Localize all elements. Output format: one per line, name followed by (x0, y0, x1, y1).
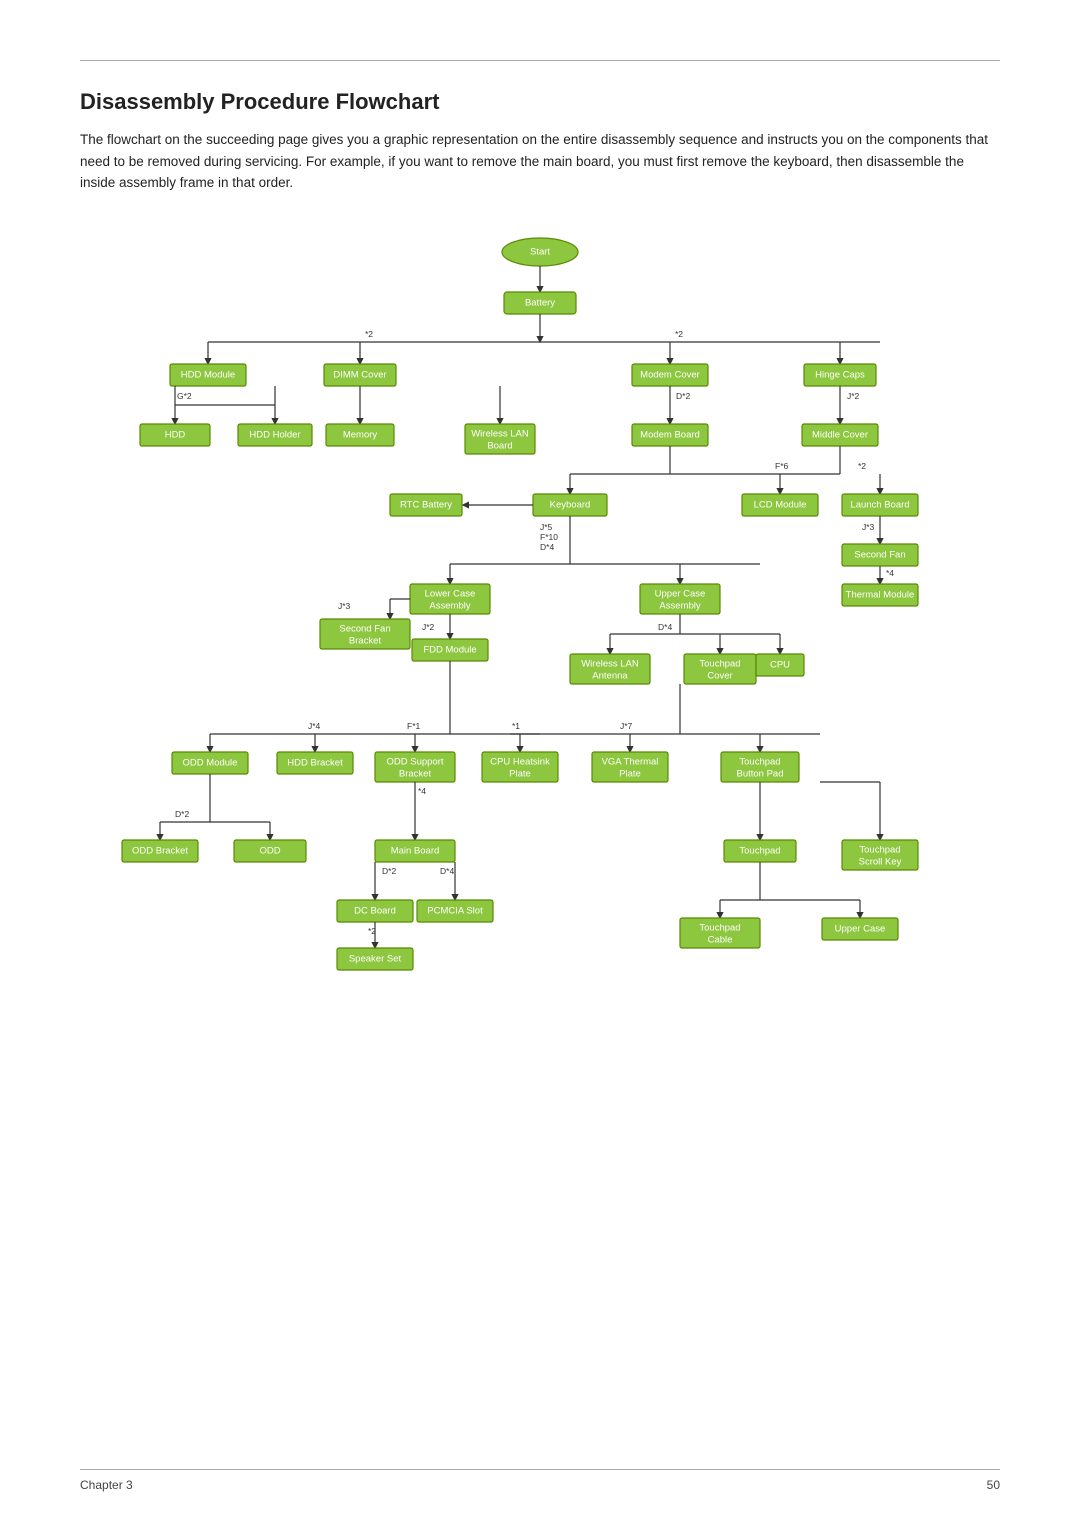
label-g2: G*2 (177, 391, 192, 401)
node-tpadcover-label1: Touchpad (699, 658, 740, 669)
top-divider (80, 60, 1000, 61)
label-fdd-j2: J*2 (422, 622, 435, 632)
node-hddholder-label: HDD Holder (249, 429, 300, 440)
label-modem-2: *2 (675, 329, 683, 339)
label-lcd-f6: F*6 (775, 461, 789, 471)
footer-right: 50 (987, 1478, 1000, 1492)
page-title: Disassembly Procedure Flowchart (80, 89, 1000, 115)
node-lcdmodule-label: LCD Module (754, 499, 807, 510)
footer-left: Chapter 3 (80, 1478, 133, 1492)
node-uppercaseasm-label1: Upper Case (655, 588, 706, 599)
node-secondfan-label: Second Fan (854, 549, 905, 560)
node-vgatp-label2: Plate (619, 768, 641, 779)
node-hddbracket-label: HDD Bracket (287, 757, 343, 768)
label-kbd-d4: D*4 (540, 542, 554, 552)
label-thermal-4: *4 (886, 568, 894, 578)
intro-text: The flowchart on the succeeding page giv… (80, 129, 1000, 194)
label-oddbracket-d2: D*2 (175, 809, 189, 819)
node-sfbracket-label2: Bracket (349, 635, 382, 646)
node-mainboard-label: Main Board (391, 845, 440, 856)
node-tpadbtnpad-label2: Button Pad (736, 768, 783, 779)
node-launchboard-label: Launch Board (850, 499, 909, 510)
node-tpadbtnpad-label1: Touchpad (739, 756, 780, 767)
node-tpadscroll-label1: Touchpad (859, 844, 900, 855)
label-sfb-j3: J*3 (338, 601, 351, 611)
page: Disassembly Procedure Flowchart The flow… (0, 0, 1080, 1528)
node-oddbracket-label: ODD Bracket (132, 845, 188, 856)
node-touchpad-label: Touchpad (739, 845, 780, 856)
footer: Chapter 3 50 (80, 1469, 1000, 1492)
node-modemboard-label: Modem Board (640, 429, 700, 440)
label-modemboard-d2: D*2 (676, 391, 690, 401)
node-fddmodule-label: FDD Module (423, 644, 476, 655)
node-dcboard-label: DC Board (354, 905, 396, 916)
node-vgatp-label1: VGA Thermal (602, 756, 659, 767)
label-dimm-2: *2 (365, 329, 373, 339)
label-vga-j7: J*7 (620, 721, 633, 731)
node-hdd-label: HDD (165, 429, 186, 440)
node-thermalmodule-label: Thermal Module (846, 589, 915, 600)
node-tpadcable-label1: Touchpad (699, 922, 740, 933)
node-keyboard-label: Keyboard (550, 499, 591, 510)
label-wlant-d4: D*4 (658, 622, 672, 632)
label-dcboard-d2: D*2 (382, 866, 396, 876)
label-cpuhs-1: *1 (512, 721, 520, 731)
node-hingecaps-label: Hinge Caps (815, 369, 865, 380)
label-hddbracket-j4: J*4 (308, 721, 321, 731)
node-cpuhs-label2: Plate (509, 768, 531, 779)
node-battery-label: Battery (525, 297, 555, 308)
label-pcmcia-d4: D*4 (440, 866, 454, 876)
node-memory-label: Memory (343, 429, 378, 440)
label-secondfan-j3: J*3 (862, 522, 875, 532)
node-start-label: Start (530, 246, 550, 257)
node-wlanboard-label2: Board (487, 440, 512, 451)
node-odd-label: ODD (259, 845, 280, 856)
node-sfbracket-label1: Second Fan (339, 623, 390, 634)
node-cpuhs-label1: CPU Heatsink (490, 756, 550, 767)
node-cpu-label: CPU (770, 659, 790, 670)
node-middlecover-label: Middle Cover (812, 429, 868, 440)
node-tpadscroll-label2: Scroll Key (859, 856, 902, 867)
label-launch-2: *2 (858, 461, 866, 471)
node-hddmodule-label: HDD Module (181, 369, 235, 380)
node-lowercase-label2: Assembly (429, 600, 470, 611)
node-uppercase-label: Upper Case (835, 923, 886, 934)
node-lowercase-label1: Lower Case (425, 588, 476, 599)
label-oddsupport-f1: F*1 (407, 721, 421, 731)
flowchart-container: Start Battery *2 *2 HDD Module (80, 224, 1000, 1274)
node-rtcbattery-label: RTC Battery (400, 499, 452, 510)
node-tpadcover-label2: Cover (707, 670, 732, 681)
node-wlanboard-label1: Wireless LAN (471, 428, 529, 439)
node-oddsupport-label2: Bracket (399, 768, 432, 779)
node-wlant-label2: Antenna (592, 670, 628, 681)
node-pcmcia-label: PCMCIA Slot (427, 905, 483, 916)
node-modemcover-label: Modem Cover (640, 369, 700, 380)
label-hingecaps-j2: J*2 (847, 391, 860, 401)
node-uppercaseasm-label2: Assembly (659, 600, 700, 611)
node-wlant-label1: Wireless LAN (581, 658, 639, 669)
node-oddsupport-label1: ODD Support (386, 756, 443, 767)
node-oddmodule-label: ODD Module (183, 757, 238, 768)
node-dimmcover-label: DIMM Cover (333, 369, 386, 380)
label-mainboard-4: *4 (418, 786, 426, 796)
label-kbd-f10: F*10 (540, 532, 558, 542)
node-tpadcable-label2: Cable (708, 934, 733, 945)
label-kbd-j5: J*5 (540, 522, 553, 532)
flowchart-svg: Start Battery *2 *2 HDD Module (80, 224, 1000, 1274)
node-speakerset-label: Speaker Set (349, 953, 402, 964)
